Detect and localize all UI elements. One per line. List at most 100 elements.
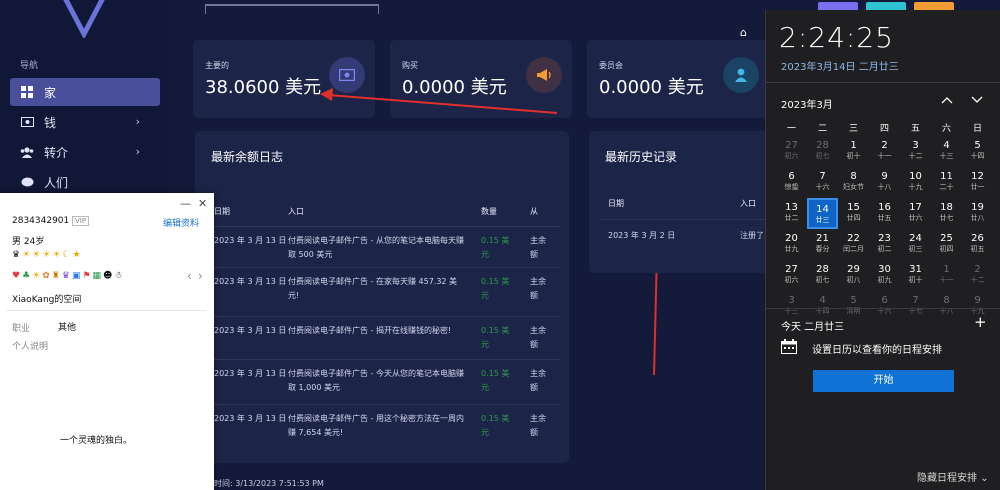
day-number: 31 [909,264,922,275]
lunar-date: 初八 [846,276,861,284]
hide-agenda-link[interactable]: 隐藏日程安排 ⌄ [917,469,989,484]
gender-age: 男 24岁 [12,237,45,247]
lunar-date: 初七 [815,276,830,284]
stat-value: 0.0000 美元 [599,77,704,98]
job-value: 其他 [58,323,77,333]
calendar-day[interactable]: 31 初十 [900,260,931,291]
column-header: 日期 [214,207,230,216]
lunar-date: 初四 [939,245,954,253]
calendar-day[interactable]: 20 廿九 [776,229,807,260]
day-number: 12 [971,171,984,182]
home-icon[interactable]: ⌂ [740,26,747,39]
chevron-down-icon[interactable] [971,94,983,107]
calendar-day[interactable]: 11 二十 [931,167,962,198]
calendar-day[interactable]: 27 初六 [776,136,807,167]
calendar-day[interactable]: 27 初六 [776,260,807,291]
cell-date: 2023 年 3 月 13 日 [214,236,287,245]
calendar-day[interactable]: 13 廿二 [776,198,807,229]
lunar-date: 初二 [877,245,892,253]
calendar-day[interactable]: 4 十三 [931,136,962,167]
clock-date[interactable]: 2023年3月14日 二月廿三 [781,58,899,73]
stat-label: 主要的 [205,61,229,70]
calendar-day[interactable]: 28 初七 [807,260,838,291]
stat-label: 购买 [402,61,418,70]
vip-badge: VIP [72,216,90,226]
calendar-day[interactable]: 30 初九 [869,260,900,291]
top-bar-decoration [205,4,379,14]
prev-badges-button[interactable]: ‹ [187,269,192,283]
lunar-date: 廿六 [908,214,923,222]
calendar-day[interactable]: 8 十八 [931,291,962,322]
star-icon: ★ [72,250,81,260]
day-number: 6 [881,295,888,306]
calendar-day[interactable]: 10 十九 [900,167,931,198]
cell-date: 2023 年 3 月 13 日 [214,277,287,286]
chevron-up-icon[interactable] [941,94,953,107]
calendar-day[interactable]: 22 闰二月 [838,229,869,260]
calendar-day[interactable]: 12 廿一 [962,167,993,198]
money-icon [329,57,365,93]
cell-amount: 0.15 美元 [481,414,510,437]
cell-amount: 0.15 美元 [481,277,510,300]
calendar-day[interactable]: 2 十一 [869,136,900,167]
calendar-day[interactable]: 9 十八 [869,167,900,198]
cell-entry: 付费阅读电子邮件广告 - 今天从您的笔记本电脑赚取 1,000 美元 [288,369,464,392]
calendar-day[interactable]: 5 十四 [962,136,993,167]
start-button[interactable]: 开始 [813,370,954,392]
day-number: 4 [819,295,826,306]
calendar-day[interactable]: 7 十六 [807,167,838,198]
calendar-day[interactable]: 1 初十 [838,136,869,167]
sidebar-item-label: 人们 [44,175,69,190]
calendar-day[interactable]: 15 廿四 [838,198,869,229]
sidebar-item-referral[interactable]: 转介 › [10,138,160,166]
calendar-day[interactable]: 17 廿六 [900,198,931,229]
calendar-day[interactable]: 25 初四 [931,229,962,260]
chevron-right-icon: › [135,145,140,158]
next-badges-button[interactable]: › [198,269,203,283]
lunar-date: 初五 [970,245,985,253]
cell-date: 2023 年 3 月 13 日 [214,369,287,378]
calendar-day[interactable]: 7 十七 [900,291,931,322]
history-entry: 注册了 [740,231,764,240]
lunar-date: 十三 [939,152,954,160]
calendar-day-today[interactable]: 14 廿三 [807,198,838,229]
add-event-icon[interactable]: + [974,313,987,331]
flag-icon: ⚑ [82,271,91,281]
sidebar-item-money[interactable]: 钱 › [10,108,160,136]
calendar-day[interactable]: 26 初五 [962,229,993,260]
calendar-day[interactable]: 6 十六 [869,291,900,322]
calendar-day[interactable]: 19 廿八 [962,198,993,229]
edit-profile-link[interactable]: 编辑资料 [163,216,199,229]
calendar-day[interactable]: 29 初八 [838,260,869,291]
weekday-label: 一 [786,124,796,134]
trophy-icon: ♜ [51,271,60,281]
lunar-date: 廿三 [815,216,830,224]
cell-amount: 0.15 美元 [481,326,510,349]
lunar-date: 十四 [970,152,985,160]
lunar-date: 十一 [939,276,954,284]
close-button[interactable]: ✕ [198,197,207,210]
calendar-day[interactable]: 16 廿五 [869,198,900,229]
qzone-link[interactable]: XiaoKang的空间 [12,292,81,305]
minimize-button[interactable]: — [180,197,191,210]
month-title[interactable]: 2023年3月 [781,96,833,111]
calendar-day[interactable]: 28 初七 [807,136,838,167]
calendar-day[interactable]: 3 十二 [900,136,931,167]
calendar-day[interactable]: 23 初二 [869,229,900,260]
lunar-date: 初三 [908,245,923,253]
heart-icon: ♥ [12,271,21,281]
calendar-day[interactable]: 8 妇女节 [838,167,869,198]
sidebar-item-home[interactable]: 家 [10,78,160,106]
calendar-day[interactable]: 2 十二 [962,260,993,291]
table-row [205,404,561,405]
calendar-day[interactable]: 24 初三 [900,229,931,260]
agenda-title: 今天 二月廿三 [781,322,845,333]
sidebar-item-people[interactable]: 人们 [10,168,160,196]
calendar-day[interactable]: 6 惊蛰 [776,167,807,198]
day-number: 1 [943,264,950,275]
calendar-day[interactable]: 21 春分 [807,229,838,260]
calendar-day[interactable]: 1 十一 [931,260,962,291]
lunar-date: 春分 [815,245,830,253]
calendar-day[interactable]: 18 廿七 [931,198,962,229]
day-number: 7 [819,171,826,182]
